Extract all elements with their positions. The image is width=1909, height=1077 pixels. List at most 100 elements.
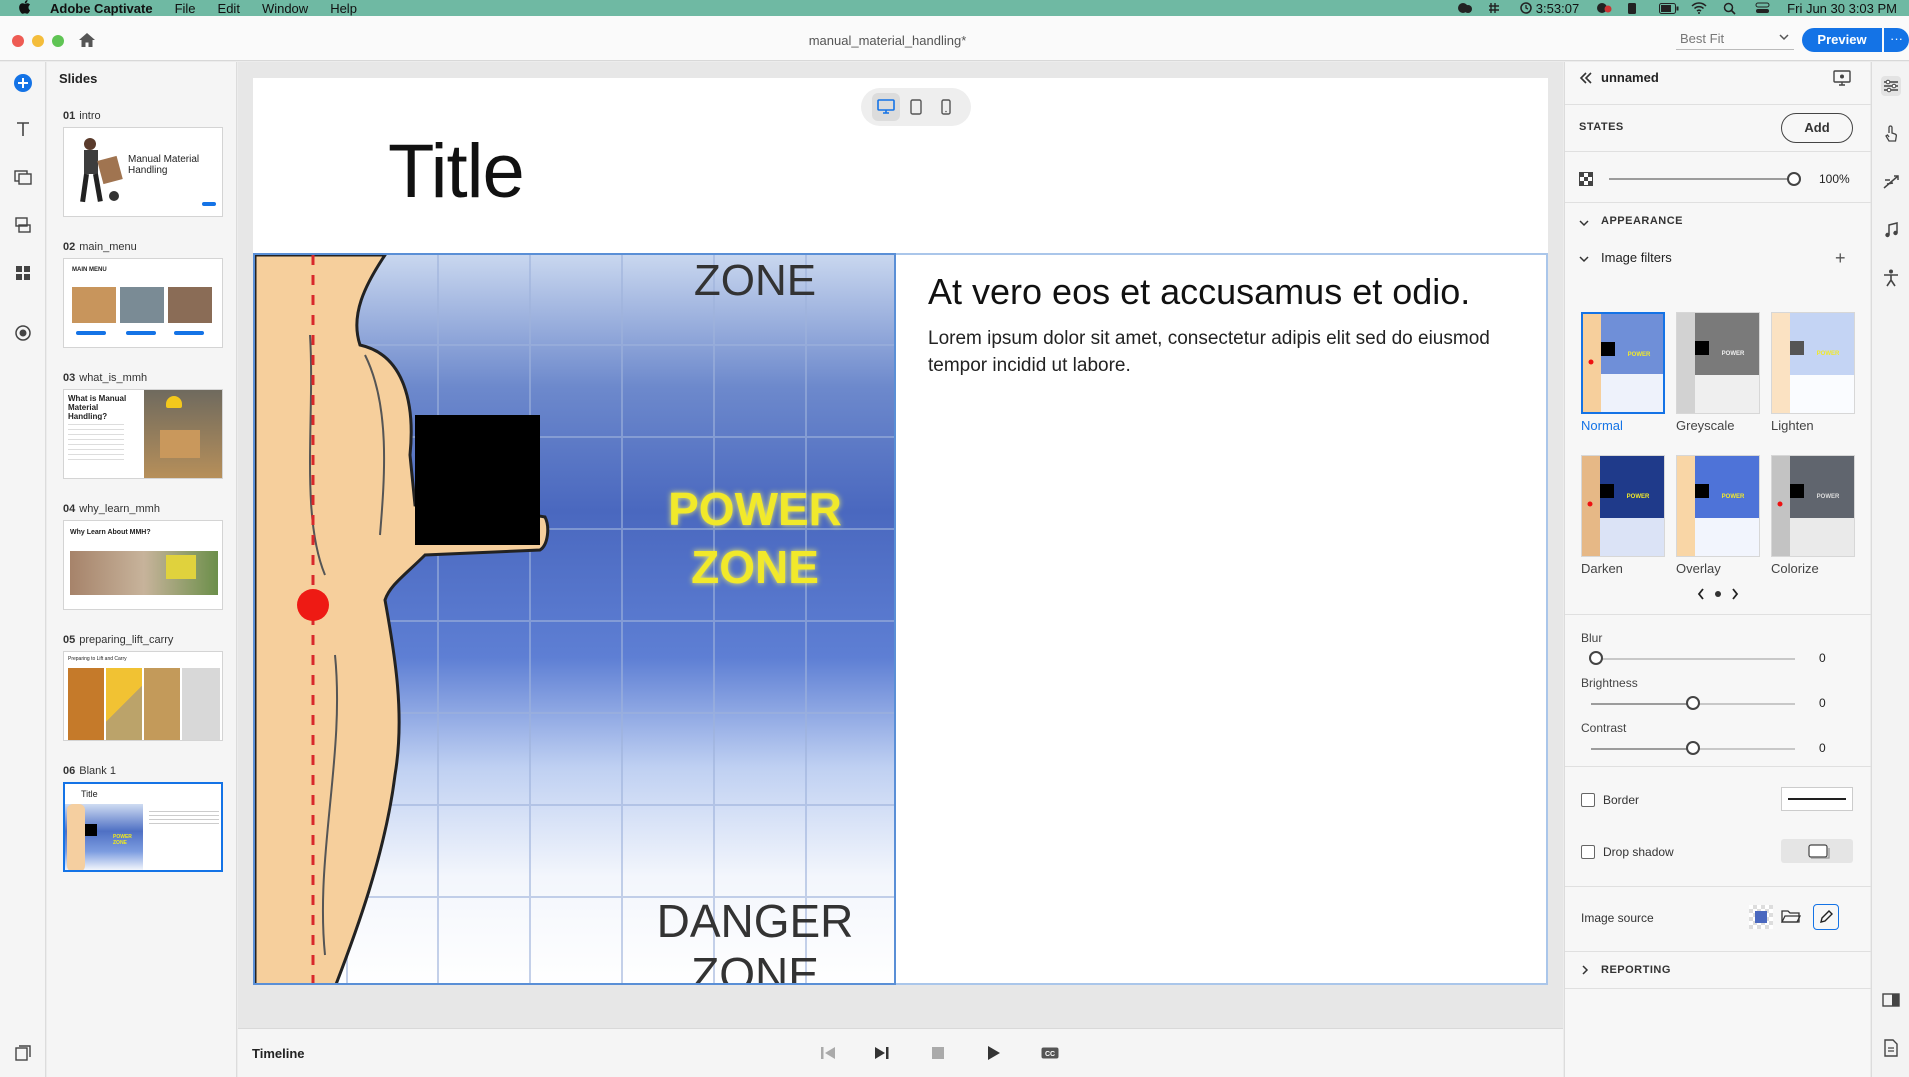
- brightness-slider-knob[interactable]: [1686, 696, 1700, 710]
- drop-shadow-checkbox[interactable]: [1581, 845, 1595, 859]
- filter-greyscale[interactable]: POWER Greyscale: [1676, 312, 1760, 433]
- filter-lighten[interactable]: POWER Lighten: [1771, 312, 1855, 433]
- play-icon[interactable]: [984, 1043, 1004, 1063]
- thumb-image-dolly: [182, 668, 220, 740]
- zoom-select[interactable]: Best Fit: [1676, 28, 1794, 50]
- animations-tab-icon[interactable]: [1881, 172, 1901, 192]
- thumb-image-workers: [144, 390, 222, 478]
- slide-item-why-learn-mmh[interactable]: 04 why_learn_mmh Why Learn About MMH?: [63, 503, 223, 610]
- thumb-power-zone-image: POWER ZONE: [65, 804, 143, 870]
- slide-thumbnail[interactable]: Preparing to Lift and Carry: [63, 651, 223, 741]
- step-forward-icon[interactable]: [872, 1043, 892, 1063]
- grid-menu-icon[interactable]: [1488, 2, 1504, 14]
- blur-value[interactable]: 0: [1819, 651, 1826, 665]
- edit-image-icon[interactable]: [1813, 904, 1839, 930]
- contrast-slider-knob[interactable]: [1686, 741, 1700, 755]
- record-tool-icon[interactable]: [12, 322, 34, 344]
- desktop-view-icon[interactable]: [872, 93, 900, 121]
- stop-icon[interactable]: [928, 1043, 948, 1063]
- blur-slider-track[interactable]: [1595, 658, 1795, 660]
- text-tool-icon[interactable]: [12, 118, 34, 140]
- brightness-slider-track[interactable]: [1591, 703, 1691, 705]
- folder-open-icon[interactable]: [1780, 908, 1802, 927]
- mobile-view-icon[interactable]: [932, 93, 960, 121]
- creative-cloud-icon[interactable]: [1456, 2, 1472, 14]
- slide-item-what-is-mmh[interactable]: 03 what_is_mmh What is Manual Material Ha…: [63, 372, 223, 479]
- slide-title[interactable]: Title: [388, 128, 525, 215]
- slide-thumbnail[interactable]: MAIN MENU: [63, 258, 223, 348]
- audio-tab-icon[interactable]: [1881, 220, 1901, 240]
- text-block[interactable]: At vero eos et accusamus et odio. Lorem …: [896, 253, 1548, 985]
- filter-overlay[interactable]: POWER Overlay: [1676, 455, 1760, 576]
- closed-captions-icon[interactable]: CC: [1040, 1043, 1060, 1063]
- slide-item-intro[interactable]: 01 intro Manual Material Handling: [63, 110, 223, 217]
- accessibility-tab-icon[interactable]: [1881, 268, 1901, 288]
- slide-thumbnail[interactable]: Why Learn About MMH?: [63, 520, 223, 610]
- media-tool-icon[interactable]: [12, 166, 34, 188]
- slide-item-preparing-lift-carry[interactable]: 05 preparing_lift_carry Preparing to Lift…: [63, 634, 223, 741]
- menu-help[interactable]: Help: [330, 1, 357, 16]
- widgets-tool-icon[interactable]: [12, 262, 34, 284]
- tablet-view-icon[interactable]: [902, 93, 930, 121]
- slide-settings-icon[interactable]: [1833, 70, 1851, 89]
- preview-more-button[interactable]: ···: [1884, 28, 1909, 52]
- menu-file[interactable]: File: [175, 1, 196, 16]
- drop-shadow-swatch[interactable]: [1781, 839, 1853, 863]
- object-name[interactable]: unnamed: [1601, 70, 1659, 85]
- timer-status[interactable]: 3:53:07: [1520, 1, 1579, 16]
- menu-edit[interactable]: Edit: [218, 1, 240, 16]
- svg-text:CC: CC: [1045, 1051, 1055, 1058]
- power-zone-image[interactable]: ZONE POWER ZONE POWER ZONE DANGER ZONE: [253, 253, 896, 985]
- add-state-button[interactable]: Add: [1781, 113, 1853, 143]
- properties-tab-icon[interactable]: [1881, 76, 1901, 96]
- slide-stage[interactable]: Title ZONE POWER ZONE POWER ZONE DANGER …: [253, 78, 1548, 985]
- slide-thumbnail[interactable]: Manual Material Handling: [63, 127, 223, 217]
- reporting-header[interactable]: REPORTING: [1565, 952, 1871, 988]
- image-source-thumbnail[interactable]: [1749, 905, 1773, 929]
- chevron-right-icon[interactable]: [1731, 588, 1739, 603]
- battery-status-icon[interactable]: [1627, 2, 1643, 14]
- collapse-panel-icon[interactable]: [1579, 72, 1593, 87]
- wifi-icon[interactable]: [1691, 2, 1707, 14]
- slide-item-blank-1[interactable]: 06 Blank 1 Title POWER ZONE: [63, 765, 223, 872]
- interaction-tool-icon[interactable]: [12, 214, 34, 236]
- appearance-header[interactable]: APPEARANCE: [1565, 203, 1871, 239]
- slide-thumbnail-selected[interactable]: Title POWER ZONE: [63, 782, 223, 872]
- opacity-slider-track[interactable]: [1609, 178, 1789, 180]
- spotlight-search-icon[interactable]: [1723, 2, 1739, 15]
- apple-logo-icon[interactable]: [18, 0, 32, 17]
- text-body[interactable]: Lorem ipsum dolor sit amet, consectetur …: [928, 325, 1528, 379]
- menu-window[interactable]: Window: [262, 1, 308, 16]
- contrast-value[interactable]: 0: [1819, 741, 1826, 755]
- pagination-dot[interactable]: [1715, 591, 1721, 597]
- screen-record-icon[interactable]: [1595, 2, 1612, 14]
- add-filter-icon[interactable]: +: [1835, 248, 1846, 269]
- chevron-left-icon[interactable]: [1697, 588, 1705, 603]
- border-checkbox[interactable]: [1581, 793, 1595, 807]
- filter-darken[interactable]: POWER Darken: [1581, 455, 1665, 576]
- border-style-swatch[interactable]: [1781, 787, 1853, 811]
- filter-colorize[interactable]: POWER Colorize: [1771, 455, 1855, 576]
- brightness-value[interactable]: 0: [1819, 696, 1826, 710]
- slide-item-main-menu[interactable]: 02 main_menu MAIN MENU: [63, 241, 223, 348]
- side-panel-icon[interactable]: [1881, 990, 1901, 1010]
- slide-thumbnail[interactable]: What is Manual Material Handling?: [63, 389, 223, 479]
- menubar-datetime[interactable]: Fri Jun 30 3:03 PM: [1787, 1, 1897, 16]
- panel-toggle-icon[interactable]: [12, 1042, 34, 1064]
- opacity-slider-knob[interactable]: [1787, 172, 1801, 186]
- opacity-value[interactable]: 100%: [1819, 172, 1850, 186]
- menu-app-name[interactable]: Adobe Captivate: [50, 1, 153, 16]
- preview-button[interactable]: Preview: [1802, 28, 1882, 52]
- image-filters-header[interactable]: Image filters +: [1565, 242, 1871, 272]
- contrast-slider-track[interactable]: [1591, 748, 1691, 750]
- blur-slider-knob[interactable]: [1589, 651, 1603, 665]
- text-heading[interactable]: At vero eos et accusamus et odio.: [928, 271, 1470, 313]
- interactions-tab-icon[interactable]: [1881, 124, 1901, 144]
- control-center-icon[interactable]: [1755, 2, 1771, 14]
- filter-normal[interactable]: POWER Normal: [1581, 312, 1665, 433]
- document-icon[interactable]: [1881, 1038, 1901, 1058]
- rewind-icon[interactable]: [818, 1043, 838, 1063]
- battery-icon[interactable]: [1659, 2, 1679, 14]
- timeline-label[interactable]: Timeline: [252, 1046, 305, 1061]
- add-slide-icon[interactable]: [12, 72, 34, 94]
